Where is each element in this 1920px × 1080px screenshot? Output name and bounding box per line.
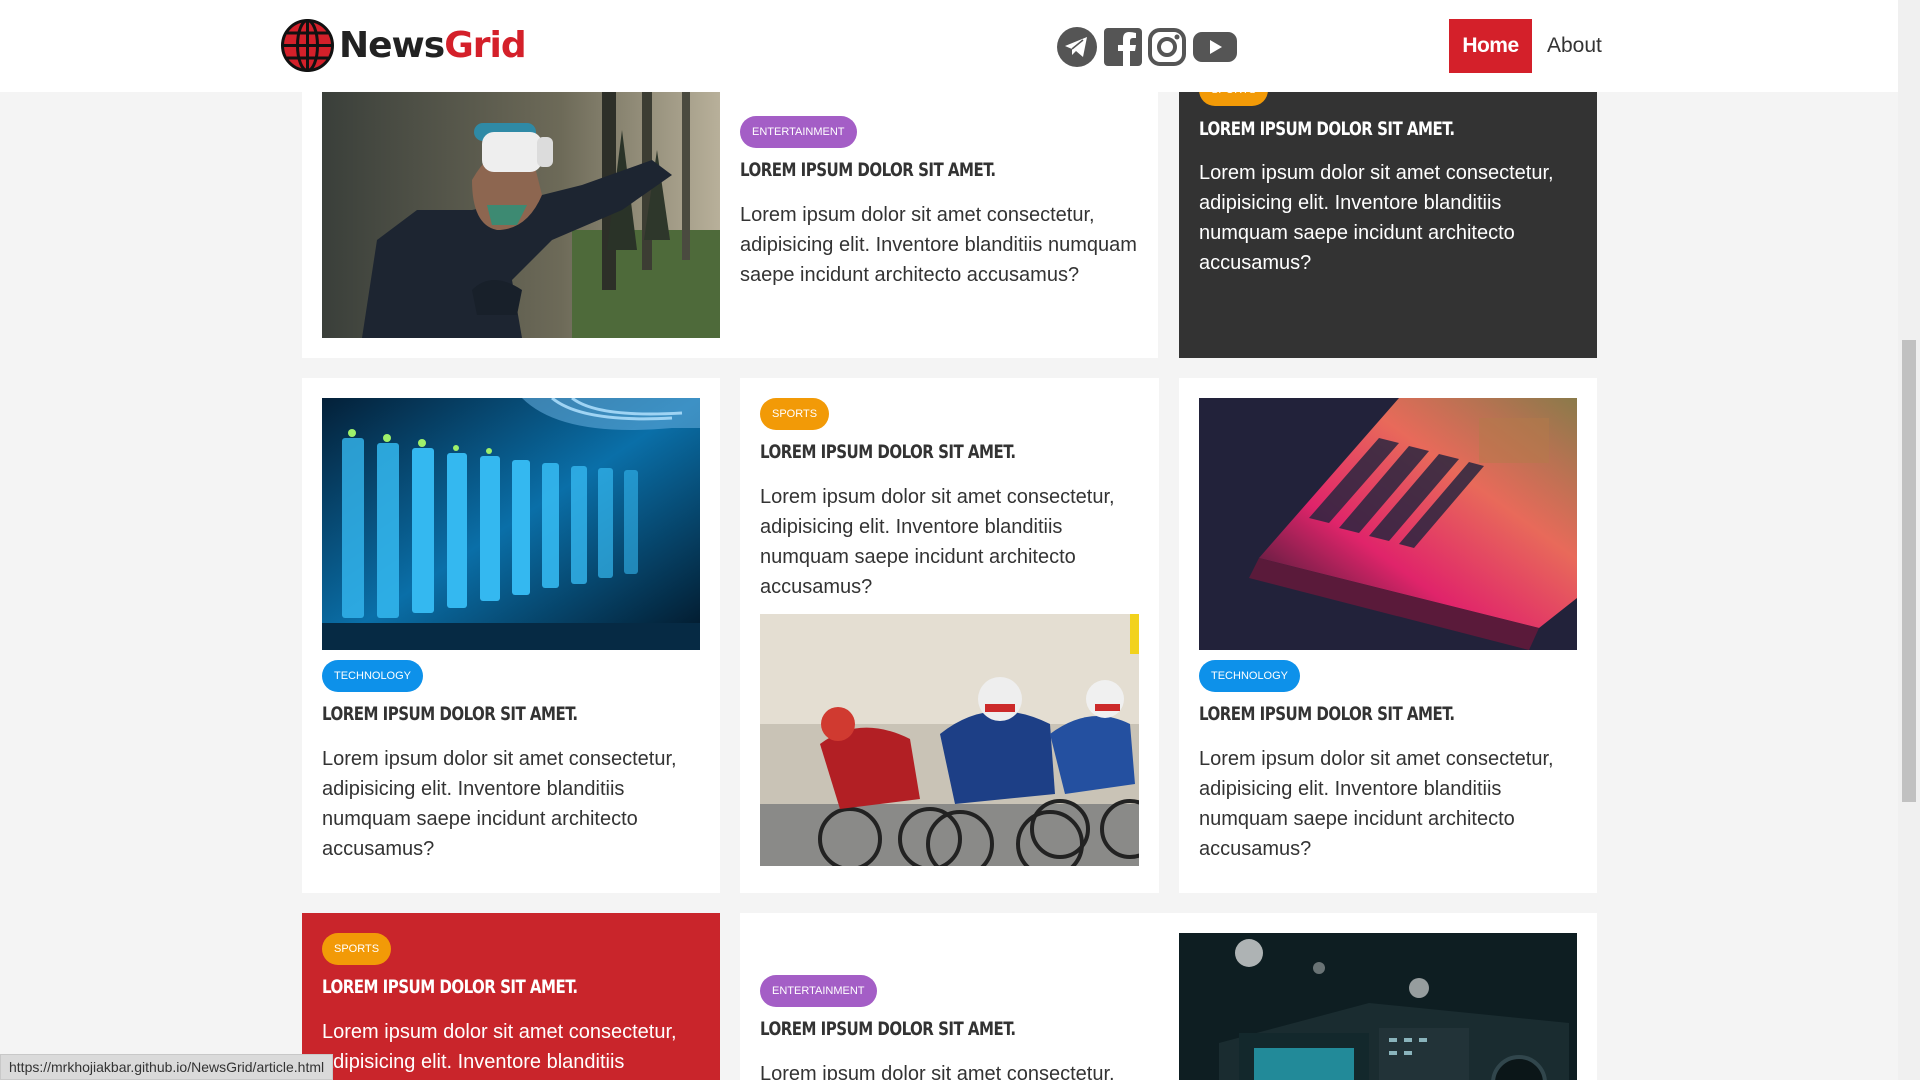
article-card-entertainment-camera[interactable]: ENTERTAINMENT LOREM IPSUM DOLOR SIT AMET… (740, 913, 1597, 1080)
logo-grid: Grid (444, 25, 526, 66)
category-badge-technology[interactable]: TECHNOLOGY (322, 660, 424, 692)
globe-icon (281, 19, 334, 72)
article-excerpt: Lorem ipsum dolor sit amet consectetur, … (1199, 162, 1554, 274)
article-card-technology-server[interactable]: TECHNOLOGY LOREM IPSUM DOLOR SIT AMET. L… (302, 378, 720, 893)
video-camera-image (1179, 933, 1577, 1080)
article-excerpt: Lorem ipsum dolor sit amet consectetur, … (760, 486, 1115, 598)
article-card-entertainment-wide[interactable]: ENTERTAINMENT LOREM IPSUM DOLOR SIT AMET… (302, 80, 1158, 358)
category-badge-sports[interactable]: SPORTS (322, 933, 392, 965)
article-excerpt: Lorem ipsum dolor sit amet consectetur, … (1199, 748, 1554, 860)
article-title[interactable]: LOREM IPSUM DOLOR SIT AMET. (1199, 118, 1455, 140)
telegram-icon[interactable] (1056, 26, 1098, 68)
category-badge-technology[interactable]: TECHNOLOGY (1199, 660, 1301, 692)
category-badge-entertainment[interactable]: ENTERTAINMENT (740, 116, 857, 148)
youtube-icon[interactable] (1192, 26, 1238, 68)
vertical-scrollbar[interactable] (1898, 0, 1920, 1080)
instagram-icon[interactable] (1146, 26, 1188, 68)
category-badge-entertainment[interactable]: ENTERTAINMENT (760, 975, 877, 1007)
facebook-icon[interactable] (1102, 26, 1144, 68)
article-excerpt: Lorem ipsum dolor sit amet consectetur, … (740, 204, 1137, 286)
nav-home-button[interactable]: Home (1449, 19, 1532, 73)
link-status-bar: https://mrkhojiakbar.github.io/NewsGrid/… (0, 1054, 334, 1080)
article-title[interactable]: LOREM IPSUM DOLOR SIT AMET. (740, 159, 996, 181)
article-title[interactable]: LOREM IPSUM DOLOR SIT AMET. (322, 976, 578, 998)
article-title[interactable]: LOREM IPSUM DOLOR SIT AMET. (760, 441, 1016, 463)
vr-headset-image (322, 90, 720, 338)
nav-about-link[interactable]: About (1547, 19, 1602, 73)
article-card-technology-laptop[interactable]: TECHNOLOGY LOREM IPSUM DOLOR SIT AMET. L… (1179, 378, 1597, 893)
article-excerpt: Lorem ipsum dolor sit amet consectetur, … (322, 748, 677, 860)
article-card-sports-dark[interactable]: SPORTS LOREM IPSUM DOLOR SIT AMET. Lorem… (1179, 80, 1597, 358)
article-title[interactable]: LOREM IPSUM DOLOR SIT AMET. (760, 1018, 1016, 1040)
article-excerpt: Lorem ipsum dolor sit amet consectetur, … (322, 1021, 677, 1073)
cycling-race-image (760, 614, 1139, 866)
logo-news: News (339, 25, 445, 66)
status-url: https://mrkhojiakbar.github.io/NewsGrid/… (9, 1059, 325, 1075)
scrollbar-thumb[interactable] (1902, 340, 1916, 802)
article-card-sports-red[interactable]: SPORTS LOREM IPSUM DOLOR SIT AMET. Lorem… (302, 913, 720, 1080)
site-logo[interactable]: NewsGrid (281, 19, 527, 72)
article-title[interactable]: LOREM IPSUM DOLOR SIT AMET. (322, 703, 578, 725)
article-title[interactable]: LOREM IPSUM DOLOR SIT AMET. (1199, 703, 1455, 725)
site-header: NewsGrid Home About (0, 0, 1898, 92)
server-rack-image (322, 398, 700, 650)
laptop-keyboard-image (1199, 398, 1577, 650)
article-excerpt: Lorem ipsum dolor sit amet consectetur, (760, 1063, 1115, 1080)
category-badge-sports[interactable]: SPORTS (760, 398, 830, 430)
article-card-sports-cycling[interactable]: SPORTS LOREM IPSUM DOLOR SIT AMET. Lorem… (740, 378, 1159, 893)
logo-wordmark: NewsGrid (339, 25, 527, 66)
